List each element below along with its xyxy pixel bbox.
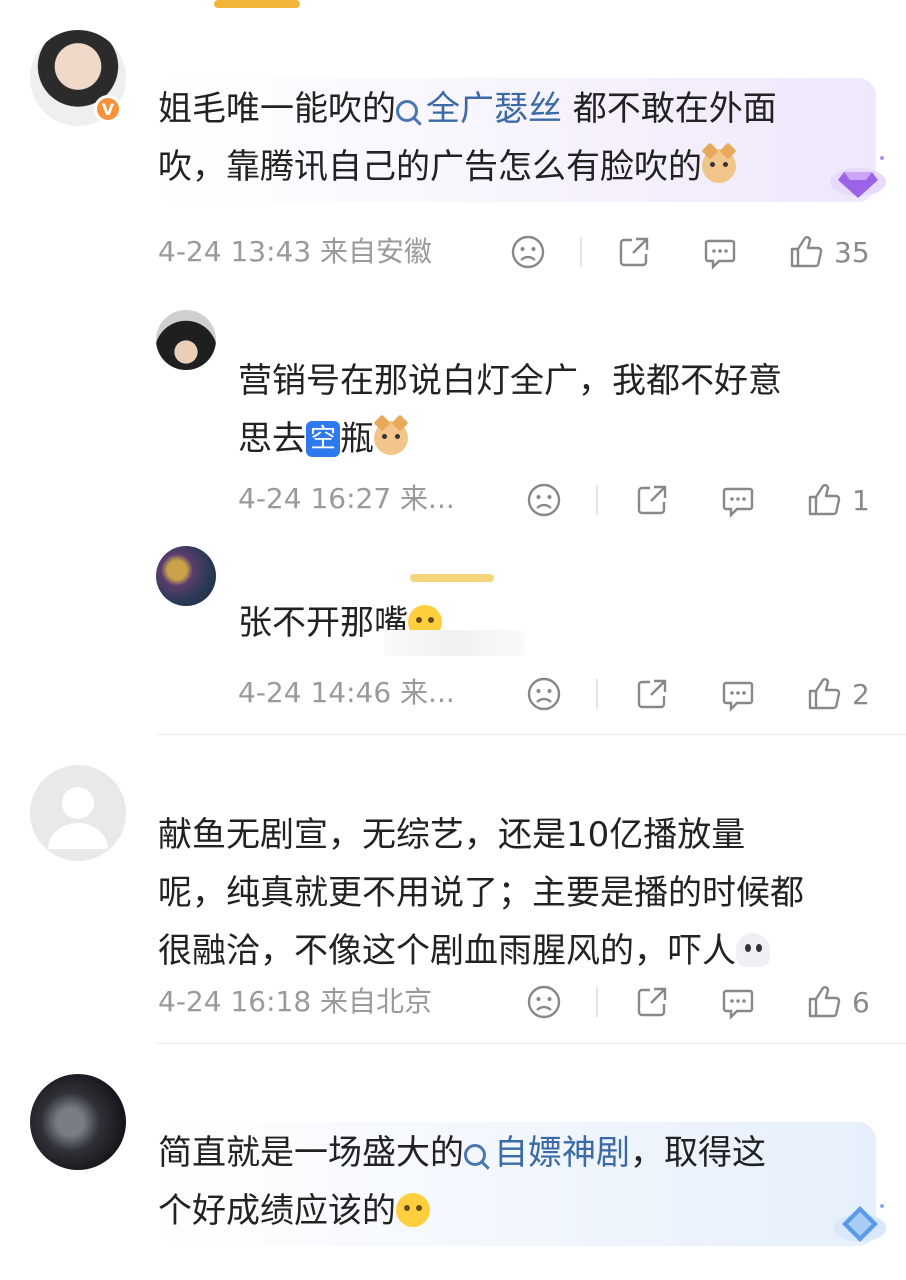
comment-icon: [722, 681, 754, 712]
dislike-button[interactable]: [510, 232, 546, 272]
dislike-icon: [527, 483, 561, 517]
like-button[interactable]: 2: [806, 674, 870, 714]
kong-badge: 空: [306, 421, 341, 457]
like-count: 2: [852, 677, 870, 711]
topic-link[interactable]: 自嫖神剧: [464, 1133, 630, 1173]
like-icon: [808, 484, 841, 516]
share-button[interactable]: [616, 232, 652, 272]
comment-meta: 4-24 13:43 来自安徽: [158, 235, 433, 268]
separator: [596, 987, 598, 1017]
avatar[interactable]: [30, 765, 126, 861]
comment-text: 姐毛唯一能吹的 全广瑟丝 都不敢在外面 吹，靠腾讯自己的广告怎么有脸吹的: [158, 89, 777, 187]
avatar[interactable]: [156, 310, 216, 370]
search-icon: [464, 1144, 486, 1166]
top-accent-bar: [214, 0, 300, 8]
reply-button[interactable]: [720, 480, 756, 520]
like-button[interactable]: 6: [806, 982, 870, 1022]
like-icon: [790, 236, 823, 268]
like-icon: [808, 986, 841, 1018]
dislike-button[interactable]: [526, 674, 562, 714]
comment-icon: [722, 989, 754, 1020]
separator: [596, 485, 598, 515]
like-count: 6: [852, 985, 870, 1019]
search-icon: [396, 100, 418, 122]
dog-emoji-icon: [702, 149, 736, 183]
reply-meta: 4-24 16:27 来...: [238, 482, 455, 515]
default-avatar-icon: [48, 787, 108, 849]
comment-text: 献鱼无剧宣，无综艺，还是10亿播放量 呢，纯真就更不用说了；主要是播的时候都 很…: [158, 815, 804, 971]
share-icon: [637, 987, 667, 1017]
reply-button[interactable]: [720, 982, 756, 1022]
like-icon: [808, 678, 841, 710]
like-count: 35: [834, 235, 870, 269]
dislike-icon: [511, 235, 545, 269]
blurred-area: [384, 630, 524, 656]
dislike-button[interactable]: [526, 982, 562, 1022]
comment-text: 简直就是一场盛大的 自嫖神剧，取得这 个好成绩应该的: [158, 1133, 766, 1231]
share-button[interactable]: [634, 982, 670, 1022]
avatar[interactable]: [30, 1074, 126, 1170]
divider: [156, 734, 906, 735]
share-icon: [637, 679, 667, 709]
dog-emoji-icon: [374, 421, 409, 455]
avatar[interactable]: [156, 546, 216, 606]
blurred-area: [410, 574, 494, 582]
shy-emoji-icon: [396, 1193, 430, 1227]
share-icon: [637, 485, 667, 515]
verified-badge: V: [94, 95, 122, 123]
share-button[interactable]: [634, 674, 670, 714]
like-count: 1: [852, 483, 870, 517]
topic-link[interactable]: 全广瑟丝: [396, 89, 562, 129]
share-button[interactable]: [634, 480, 670, 520]
comment-icon: [704, 239, 736, 270]
like-button[interactable]: 35: [788, 232, 870, 272]
reply-meta: 4-24 14:46 来...: [238, 676, 455, 709]
like-button[interactable]: 1: [806, 480, 870, 520]
dislike-icon: [527, 985, 561, 1019]
dislike-icon: [527, 677, 561, 711]
separator: [580, 237, 582, 267]
reply-button[interactable]: [702, 232, 738, 272]
share-icon: [619, 237, 649, 267]
dislike-button[interactable]: [526, 480, 562, 520]
reply-text: 营销号在那说白灯全广，我都不好意 思去空瓶: [238, 361, 782, 459]
reply-button[interactable]: [720, 674, 756, 714]
comment-icon: [722, 487, 754, 518]
ghost-emoji-icon: [736, 933, 770, 967]
reply-text: 张不开那嘴: [238, 594, 878, 652]
divider: [156, 1043, 906, 1044]
comment-meta: 4-24 16:18 来自北京: [158, 985, 433, 1018]
separator: [596, 679, 598, 709]
